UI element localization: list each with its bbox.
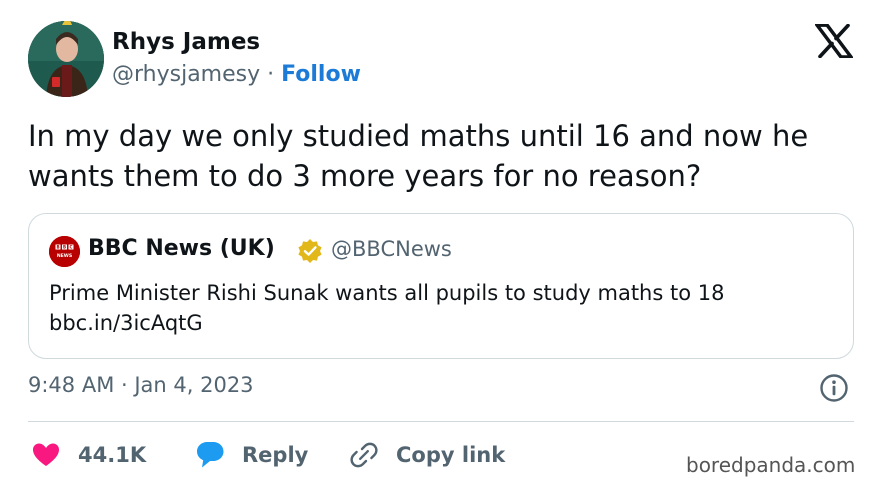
bbc-logo-b2: B	[63, 245, 66, 250]
author-handle[interactable]: @rhysjamesy	[112, 62, 260, 87]
quoted-tweet-card[interactable]: B B C NEWS BBC News (UK) @BBCNews Prime …	[28, 213, 854, 359]
like-count: 44.1K	[78, 443, 147, 467]
verified-badge-icon	[298, 239, 322, 263]
quoted-tweet-link[interactable]: bbc.in/3icAqtG	[49, 308, 839, 338]
copy-link-button[interactable]: Copy link	[346, 437, 505, 473]
follow-button[interactable]: Follow	[281, 62, 361, 87]
handle-separator: ·	[267, 62, 275, 87]
link-icon	[350, 442, 378, 468]
x-logo-icon[interactable]	[815, 24, 853, 58]
quoted-author-handle: @BBCNews	[331, 237, 452, 261]
bbc-logo-c: C	[70, 245, 73, 250]
bbc-logo-b1: B	[56, 245, 59, 250]
quoted-tweet-line-1: Prime Minister Rishi Sunak wants all pup…	[49, 281, 725, 305]
watermark: boredpanda.com	[686, 453, 856, 477]
info-icon[interactable]	[819, 373, 849, 403]
reply-label: Reply	[242, 443, 309, 467]
quoted-author-name: BBC News (UK)	[88, 236, 275, 261]
copy-link-label: Copy link	[396, 443, 506, 467]
tweet-timestamp[interactable]: 9:48 AM · Jan 4, 2023	[28, 373, 254, 397]
bbc-news-logo: B B C NEWS	[49, 236, 80, 267]
like-button[interactable]: 44.1K	[28, 437, 146, 473]
author-handle-row: @rhysjamesy · Follow	[112, 62, 361, 87]
author-avatar[interactable]	[28, 21, 104, 97]
author-name[interactable]: Rhys James	[112, 29, 260, 55]
heart-icon	[33, 443, 59, 466]
quoted-tweet-text: Prime Minister Rishi Sunak wants all pup…	[49, 278, 839, 338]
divider	[28, 421, 854, 422]
tweet-text: In my day we only studied maths until 16…	[28, 119, 809, 193]
speech-bubble-icon	[197, 442, 224, 468]
reply-button[interactable]: Reply	[192, 437, 308, 473]
bbc-logo-news: NEWS	[57, 253, 72, 259]
